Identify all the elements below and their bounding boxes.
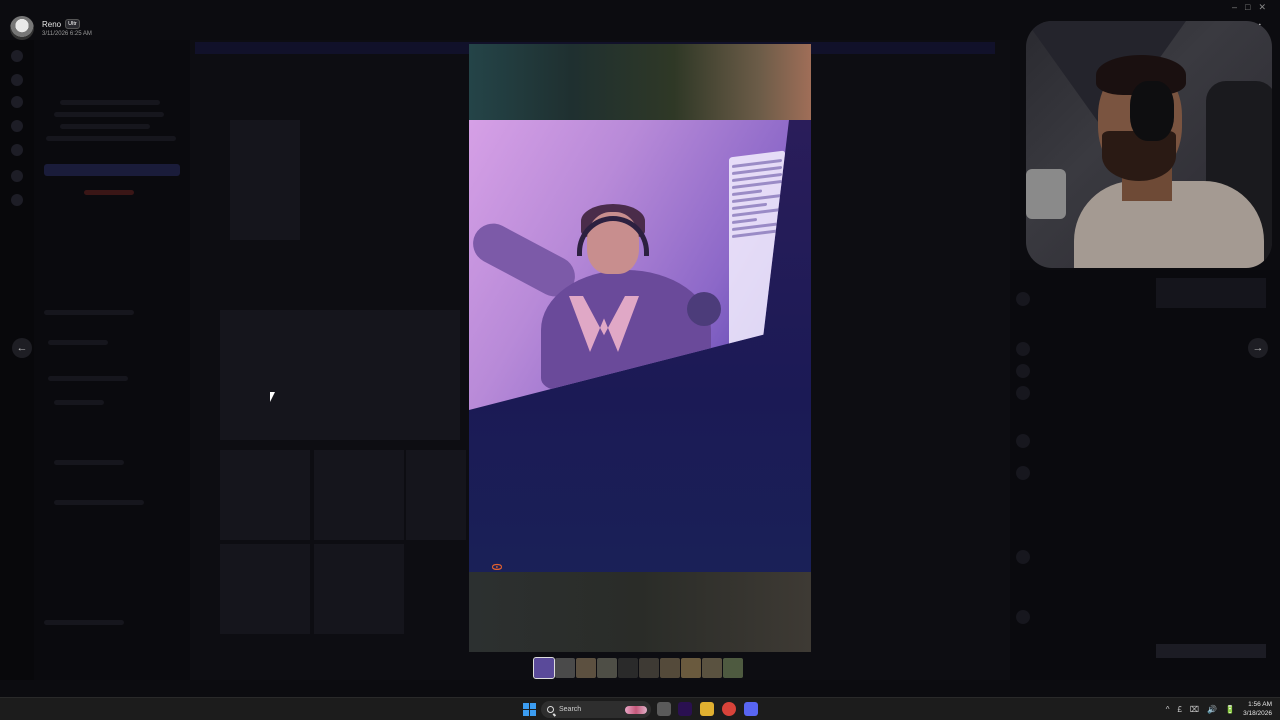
task-view-icon[interactable]	[657, 702, 671, 716]
search-highlight-art	[625, 705, 647, 714]
stream-chat-panel	[729, 150, 785, 348]
discord-icon[interactable]	[744, 702, 758, 716]
author-name[interactable]: Reno	[42, 20, 61, 29]
channel-list	[34, 40, 190, 680]
minimize-icon[interactable]: –	[1232, 2, 1237, 13]
media-thumbnail[interactable]	[618, 658, 638, 678]
start-button[interactable]	[523, 703, 536, 716]
clock-date: 3/18/2026	[1243, 710, 1272, 717]
taskbar: Search ^ £ ⌧ 🔊 🔋 1:56 AM 3/18/2026	[0, 697, 1280, 720]
volume-icon[interactable]: 🔊	[1207, 705, 1217, 714]
clock-time: 1:56 AM	[1248, 701, 1272, 708]
media-thumbnail[interactable]	[533, 657, 555, 679]
thumbnail-strip	[533, 657, 743, 679]
media-thumbnail[interactable]	[639, 658, 659, 678]
server-rail	[0, 40, 34, 680]
member-list	[1010, 270, 1280, 680]
headphones-icon	[1130, 81, 1174, 141]
media-thumbnail[interactable]	[723, 658, 743, 678]
media-thumbnail[interactable]	[555, 658, 575, 678]
nitro-badge: Ultr	[65, 19, 80, 29]
next-media-button[interactable]: →	[1248, 338, 1268, 358]
previous-media-button[interactable]: ←	[12, 338, 32, 358]
media-thumbnail[interactable]	[660, 658, 680, 678]
input-language-icon[interactable]: £	[1177, 705, 1181, 714]
monitor-screen	[469, 120, 789, 410]
search-label: Search	[559, 706, 582, 713]
windows-logo-icon	[523, 703, 529, 709]
battery-icon[interactable]: 🔋	[1225, 705, 1235, 714]
monitor-photo: '61 10 E	[469, 120, 811, 620]
post-timestamp: 3/11/2026 6:25 AM	[42, 31, 92, 37]
file-explorer-icon[interactable]	[700, 702, 714, 716]
chrome-icon[interactable]	[722, 702, 736, 716]
premiere-icon[interactable]	[678, 702, 692, 716]
avatar[interactable]	[10, 16, 34, 40]
window-controls: – □ ✕	[1232, 2, 1266, 13]
maximize-icon[interactable]: □	[1245, 2, 1250, 13]
system-tray: ^ £ ⌧ 🔊 🔋 1:56 AM 3/18/2026	[1166, 700, 1272, 718]
media-image[interactable]: '61 10 E	[469, 44, 811, 652]
taskbar-clock[interactable]: 1:56 AM 3/18/2026	[1243, 700, 1272, 718]
microphone-icon	[1026, 169, 1066, 219]
webcam-overlay	[1026, 21, 1272, 268]
window-close-icon[interactable]: ✕	[1258, 2, 1266, 13]
media-thumbnail[interactable]	[576, 658, 596, 678]
media-thumbnail[interactable]	[702, 658, 722, 678]
media-thumbnail[interactable]	[597, 658, 617, 678]
media-thumbnail[interactable]	[681, 658, 701, 678]
search-icon	[547, 706, 554, 713]
media-author-header: Reno Ultr 3/11/2026 6:25 AM	[10, 16, 92, 40]
tray-overflow-icon[interactable]: ^	[1166, 705, 1170, 714]
mouse-cursor-icon	[270, 392, 280, 402]
network-icon[interactable]: ⌧	[1190, 705, 1199, 714]
taskbar-search[interactable]: Search	[541, 701, 651, 718]
